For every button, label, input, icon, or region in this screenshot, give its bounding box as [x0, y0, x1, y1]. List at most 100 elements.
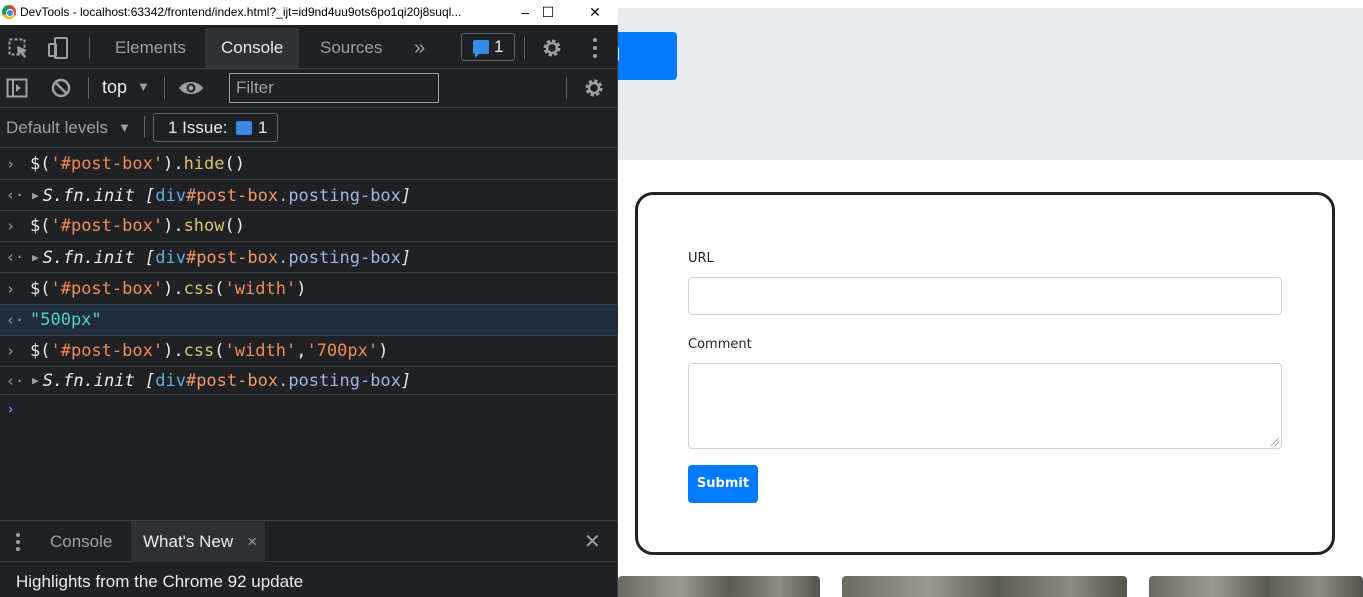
code-token: ).: [163, 154, 184, 174]
expand-triangle-icon[interactable]: ▶: [32, 374, 39, 387]
submit-button[interactable]: Submit: [688, 465, 758, 503]
card-image[interactable]: [618, 576, 820, 597]
issues-count: 1: [258, 118, 268, 137]
code-token: S.fn.init: [42, 248, 145, 268]
console-output-line[interactable]: ‹· ▶ S.fn.init [div#post-box.posting-box]: [0, 180, 618, 211]
code-token: (): [224, 154, 245, 174]
tab-elements[interactable]: Elements: [99, 28, 202, 68]
context-selector[interactable]: top: [102, 77, 127, 98]
code-token: ): [378, 341, 389, 361]
url-input[interactable]: [688, 277, 1282, 315]
code-token: '#post-box': [50, 216, 164, 236]
console-input-line: › $('#post-box').css('width','700px'): [0, 336, 618, 367]
expand-triangle-icon[interactable]: ▶: [32, 251, 39, 264]
toolbar-divider: [566, 77, 567, 99]
chrome-logo-icon: [2, 5, 16, 19]
code-token: ]: [400, 371, 412, 391]
console-output[interactable]: › $('#post-box').hide() ‹· ▶ S.fn.init [div#…: [0, 148, 618, 520]
live-expression-eye-icon[interactable]: [178, 77, 204, 101]
close-tab-icon[interactable]: ×: [247, 521, 257, 562]
messages-badge[interactable]: 1: [461, 33, 515, 61]
code-token: 'width': [224, 279, 297, 299]
toolbar-divider: [144, 116, 145, 138]
code-token: (: [214, 341, 225, 361]
comment-textarea[interactable]: [688, 363, 1282, 449]
default-levels-dropdown[interactable]: Default levels: [6, 118, 108, 138]
console-code: ▶ S.fn.init [div#post-box.posting-box]: [32, 367, 412, 394]
output-arrow-icon: ‹·: [6, 186, 25, 204]
input-chevron-icon: ›: [6, 217, 16, 235]
console-output-line[interactable]: ‹· ▶ S.fn.init [div#post-box.posting-box]: [0, 242, 618, 273]
console-code: $('#post-box').css('width'): [30, 273, 307, 304]
code-token: '#post-box': [50, 154, 164, 174]
code-token: css: [183, 279, 215, 299]
toolbar-divider: [524, 37, 525, 59]
console-input-line: › $('#post-box').show(): [0, 211, 618, 242]
code-token: ,: [296, 341, 307, 361]
inspect-element-icon[interactable]: [8, 36, 30, 60]
toolbar-divider: [164, 77, 165, 99]
code-token: "500px": [30, 310, 102, 330]
posting-box: URL Comment Submit: [635, 192, 1335, 555]
card-image[interactable]: [842, 576, 1127, 597]
code-token: div: [155, 186, 186, 206]
code-token: .posting-box: [278, 371, 401, 391]
tab-sources[interactable]: Sources: [304, 28, 398, 68]
messages-count: 1: [494, 37, 504, 56]
window-titlebar[interactable]: DevTools - localhost:63342/frontend/inde…: [0, 0, 618, 25]
output-arrow-icon: ‹·: [6, 311, 25, 329]
code-token: $(: [30, 216, 51, 236]
card-image[interactable]: [1149, 576, 1363, 597]
code-token: ): [296, 279, 307, 299]
console-settings-gear-icon[interactable]: [583, 76, 605, 100]
devtools-tabbar: Elements Console Sources » 1: [0, 28, 618, 69]
code-token: css: [183, 341, 215, 361]
more-tabs-icon[interactable]: »: [398, 28, 441, 68]
settings-gear-icon[interactable]: [541, 36, 563, 60]
chevron-down-icon[interactable]: ▼: [118, 120, 131, 135]
drawer-tab-whats-new[interactable]: What's New ×: [131, 521, 266, 562]
open-posting-box-button[interactable]: 포스팅박스 열기: [612, 32, 677, 80]
resize-grip-icon[interactable]: [1271, 438, 1279, 446]
console-code: "500px": [30, 305, 102, 335]
code-token: .posting-box: [278, 248, 401, 268]
issues-button[interactable]: 1 Issue: 1: [153, 113, 278, 142]
code-token: ).: [163, 341, 184, 361]
code-token: div: [155, 371, 186, 391]
code-token: (: [214, 279, 225, 299]
chevron-down-icon[interactable]: ▼: [137, 79, 150, 94]
code-token: $(: [30, 279, 51, 299]
console-output-line[interactable]: ‹· ▶ S.fn.init [div#post-box.posting-box]: [0, 367, 618, 395]
close-window-button[interactable]: ✕: [572, 0, 618, 25]
console-code: ▶ S.fn.init [div#post-box.posting-box]: [32, 242, 412, 272]
expand-triangle-icon[interactable]: ▶: [32, 189, 39, 202]
clear-console-icon[interactable]: [50, 77, 72, 101]
code-token: div: [155, 248, 186, 268]
maximize-button[interactable]: ☐: [525, 0, 571, 25]
console-code: $('#post-box').hide(): [30, 148, 245, 179]
drawer-tab-console[interactable]: Console: [38, 521, 124, 562]
more-options-icon[interactable]: [584, 36, 606, 60]
url-label: URL: [688, 251, 714, 266]
output-arrow-icon: ‹·: [6, 372, 25, 390]
close-drawer-icon[interactable]: ✕: [584, 529, 601, 554]
code-token: S.fn.init: [42, 186, 145, 206]
filter-input[interactable]: [229, 73, 439, 103]
code-token: show: [183, 216, 225, 236]
input-chevron-icon: ›: [6, 155, 16, 173]
code-token: hide: [183, 154, 225, 174]
window-title: DevTools - localhost:63342/frontend/inde…: [20, 5, 462, 19]
tab-console[interactable]: Console: [205, 28, 300, 68]
sidebar-toggle-icon[interactable]: [6, 77, 28, 101]
console-prompt[interactable]: ›: [0, 395, 618, 423]
code-token: [: [144, 186, 156, 206]
device-toolbar-icon[interactable]: [47, 36, 69, 60]
console-input-line: › $('#post-box').css('width'): [0, 273, 618, 305]
drawer-menu-icon[interactable]: [10, 531, 26, 558]
console-output-line: ‹· "500px": [0, 305, 618, 336]
code-token: ]: [400, 248, 412, 268]
code-token: #post-box: [185, 248, 279, 268]
console-code: ▶ S.fn.init [div#post-box.posting-box]: [32, 180, 411, 210]
prompt-chevron-icon: ›: [6, 400, 16, 418]
message-icon: [236, 121, 252, 135]
